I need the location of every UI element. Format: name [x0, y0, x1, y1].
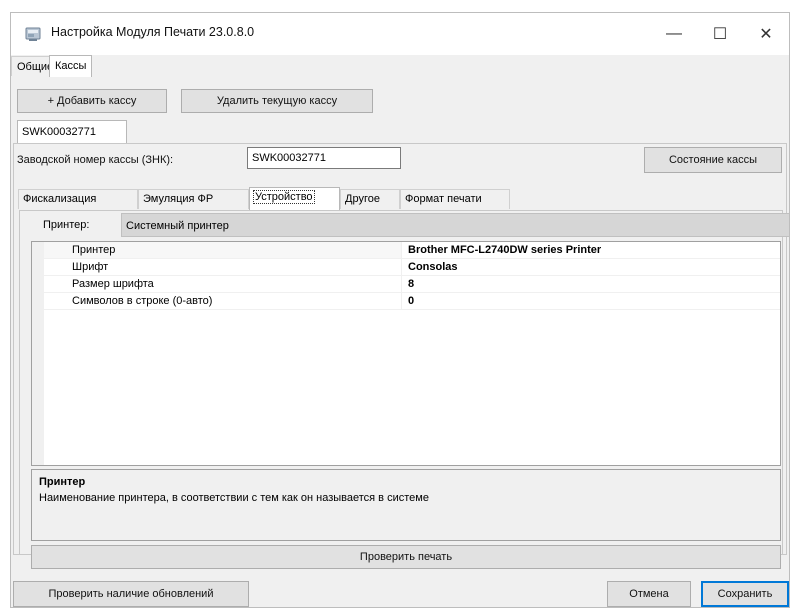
printer-type-label: Принтер: [21, 213, 119, 237]
tab-kassy[interactable]: Кассы [49, 55, 93, 77]
tab-emulation[interactable]: Эмуляция ФР [138, 189, 249, 209]
kassa-tab[interactable]: SWK00032771 [17, 120, 127, 144]
property-row[interactable]: Принтер Brother MFC-L2740DW series Print… [32, 242, 780, 259]
tab-other[interactable]: Другое [340, 189, 400, 209]
minimize-icon: — [666, 25, 682, 42]
window-title: Настройка Модуля Печати 23.0.8.0 [51, 25, 255, 39]
property-name: Символов в строке (0-авто) [44, 293, 402, 310]
property-row[interactable]: Шрифт Consolas [32, 259, 780, 276]
printer-type-select[interactable]: Системный принтер [121, 213, 789, 237]
printer-type-row: Принтер: Системный принтер [21, 213, 789, 237]
title-bar[interactable]: Настройка Модуля Печати 23.0.8.0 — ☐ ✕ [11, 13, 789, 55]
property-value[interactable]: Consolas [402, 259, 780, 276]
minimize-button[interactable]: — [651, 13, 697, 55]
property-grid: Принтер Brother MFC-L2740DW series Print… [31, 241, 781, 466]
tab-device[interactable]: Устройство [249, 187, 340, 210]
serial-label: Заводской номер кассы (ЗНК): [17, 154, 174, 166]
property-row[interactable]: Размер шрифта 8 [32, 276, 780, 293]
close-icon: ✕ [759, 26, 773, 43]
kassa-status-button[interactable]: Состояние кассы [644, 147, 782, 173]
description-text: Наименование принтера, в соответствии с … [39, 492, 429, 504]
cancel-button[interactable]: Отмена [607, 581, 691, 607]
close-button[interactable]: ✕ [743, 13, 789, 55]
serial-input[interactable]: SWK00032771 [247, 147, 401, 169]
settings-window: Настройка Модуля Печати 23.0.8.0 — ☐ ✕ О… [10, 12, 790, 608]
property-name: Размер шрифта [44, 276, 402, 293]
main-tabs: Общие Кассы [11, 55, 789, 77]
description-title: Принтер [39, 476, 86, 488]
delete-kassa-button[interactable]: Удалить текущую кассу [181, 89, 373, 113]
printer-module-icon [25, 27, 41, 41]
maximize-icon: ☐ [712, 26, 728, 43]
property-name: Шрифт [44, 259, 402, 276]
add-kassa-button[interactable]: + Добавить кассу [17, 89, 167, 113]
tab-print-format[interactable]: Формат печати [400, 189, 510, 209]
save-button[interactable]: Сохранить [701, 581, 789, 607]
property-value[interactable]: Brother MFC-L2740DW series Printer [402, 242, 780, 259]
maximize-button[interactable]: ☐ [697, 13, 743, 55]
property-value[interactable]: 8 [402, 276, 780, 293]
test-print-button[interactable]: Проверить печать [31, 545, 781, 569]
check-updates-button[interactable]: Проверить наличие обновлений [13, 581, 249, 607]
tab-device-label: Устройство [253, 190, 315, 204]
property-value[interactable]: 0 [402, 293, 780, 310]
property-name: Принтер [44, 242, 402, 259]
property-row[interactable]: Символов в строке (0-авто) 0 [32, 293, 780, 310]
property-description: Принтер Наименование принтера, в соответ… [31, 469, 781, 541]
tab-fiscalization[interactable]: Фискализация [18, 189, 138, 209]
